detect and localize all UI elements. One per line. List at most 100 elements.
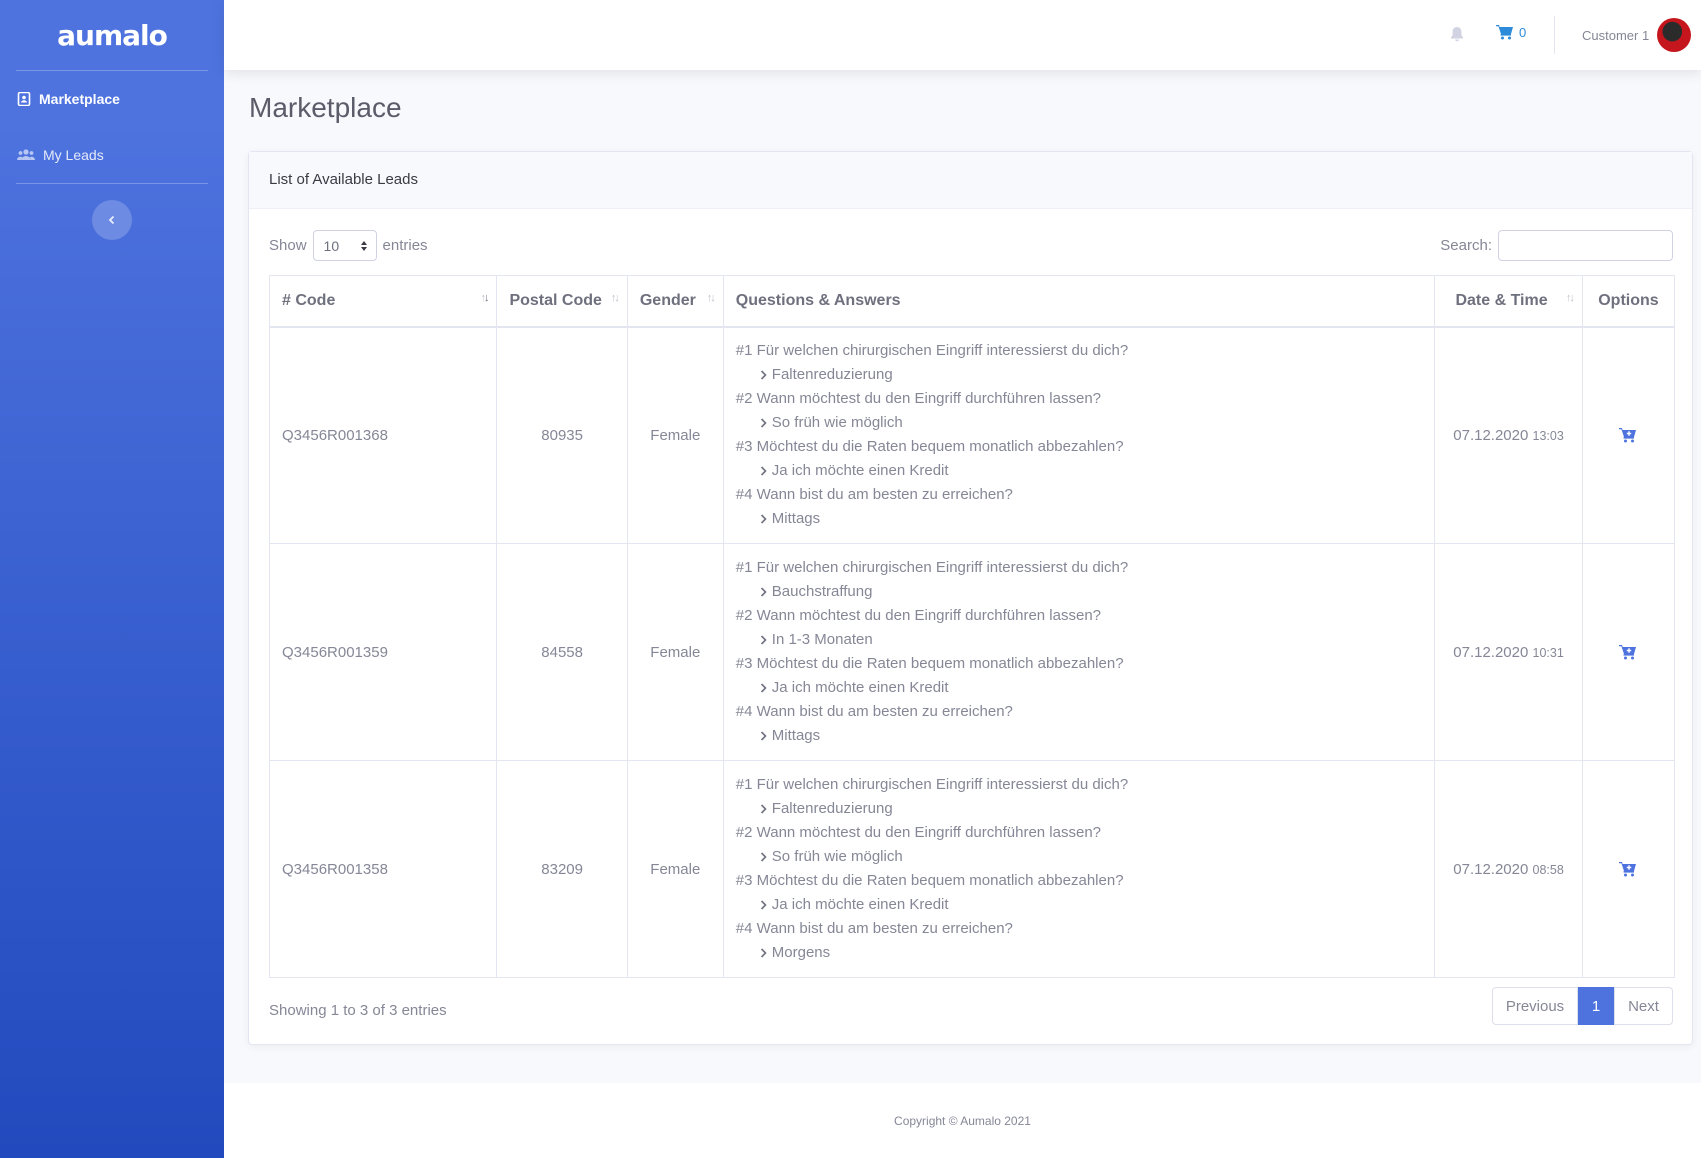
- buy-lead-button[interactable]: [1595, 427, 1662, 443]
- cell-date-time: 07.12.2020 08:58: [1434, 760, 1583, 978]
- sort-icon: ↑↓: [610, 292, 620, 304]
- pagination-next-button[interactable]: Next: [1614, 987, 1673, 1025]
- cart-button[interactable]: 0: [1496, 24, 1526, 40]
- answer-item: Ja ich möchte einen Kredit: [736, 676, 1422, 700]
- table-header-row: # Code ↑↓ Postal Code ↑↓ Gender ↑↓ Question…: [268, 275, 1676, 328]
- column-header-code[interactable]: # Code ↑↓: [268, 275, 498, 328]
- sort-icon: ↑↓: [706, 292, 716, 304]
- cell-date-time: 07.12.2020 13:03: [1434, 326, 1583, 544]
- cell-gender: Female: [626, 326, 724, 544]
- chevron-right-icon: [760, 683, 767, 693]
- question-text: #3 Möchtest du die Raten bequem monatlic…: [735, 438, 1124, 456]
- entries-label: entries: [382, 237, 428, 254]
- add-to-cart-icon: [1619, 862, 1637, 877]
- chevron-right-icon: [760, 635, 767, 645]
- chevron-right-icon: [760, 514, 767, 524]
- answer-item: Faltenreduzierung: [736, 363, 1422, 387]
- answer-text: Ja ich möchte einen Kredit: [771, 462, 949, 480]
- time-text: 08:58: [1532, 862, 1564, 877]
- footer: Copyright © Aumalo 2021: [224, 1083, 1701, 1158]
- question-text: #1 Für welchen chirurgischen Eingriff in…: [735, 559, 1129, 576]
- column-header-gender[interactable]: Gender ↑↓: [626, 275, 724, 328]
- column-header-options: Options: [1581, 275, 1676, 328]
- table-body: Q3456R001368 80935 Female #1 Für welchen ch…: [268, 326, 1676, 978]
- sidebar-item-marketplace[interactable]: Marketplace: [0, 71, 224, 127]
- chevron-right-icon: [760, 466, 767, 476]
- sidebar-toggle-button[interactable]: [92, 200, 132, 240]
- answer-text: Faltenreduzierung: [771, 366, 893, 384]
- entries-select[interactable]: 10: [312, 230, 377, 261]
- brand-logo[interactable]: aumalo: [0, 0, 224, 70]
- bell-icon: [1451, 27, 1463, 42]
- sidebar-item-my-leads[interactable]: My Leads: [0, 127, 224, 183]
- copyright-text: Copyright © Aumalo 2021: [894, 1113, 1031, 1128]
- table-row: Q3456R001359 84558 Female #1 Für welchen ch…: [268, 543, 1676, 761]
- answer-text: Ja ich möchte einen Kredit: [771, 896, 949, 913]
- buy-lead-button[interactable]: [1595, 861, 1662, 877]
- column-header-label: # Code: [282, 291, 336, 309]
- answer-text: Mittags: [771, 727, 821, 744]
- alerts-button[interactable]: [1450, 26, 1464, 47]
- question-text: #4 Wann bist du am besten zu erreichen?: [735, 920, 1013, 937]
- leads-card: List of Available Leads Show 10 entries …: [248, 151, 1693, 1045]
- chevron-right-icon: [760, 370, 767, 380]
- cell-gender: Female: [626, 543, 724, 761]
- user-menu[interactable]: Customer 1: [1582, 18, 1692, 52]
- chevron-right-icon: [760, 804, 767, 814]
- show-label: Show: [269, 237, 307, 254]
- date-text: 07.12.2020: [1453, 860, 1529, 878]
- column-header-label: Options: [1598, 291, 1659, 309]
- shopping-cart-icon: [1496, 25, 1513, 40]
- cell-code: Q3456R001359: [268, 543, 498, 761]
- cell-gender: Female: [626, 760, 724, 978]
- table-info: Showing 1 to 3 of 3 entries: [269, 1002, 447, 1019]
- cart-count: 0: [1519, 24, 1527, 40]
- question-text: #2 Wann möchtest du den Eingriff durchfü…: [735, 390, 1102, 408]
- column-header-postal-code[interactable]: Postal Code ↑↓: [496, 275, 628, 328]
- sidebar: aumalo Marketplace My Leads: [0, 0, 224, 1158]
- buy-lead-button[interactable]: [1595, 644, 1662, 660]
- card-title: List of Available Leads: [249, 152, 1692, 209]
- time-text: 10:31: [1532, 645, 1564, 660]
- users-icon: [17, 149, 35, 160]
- pagination-page-button[interactable]: 1: [1578, 987, 1614, 1025]
- user-name: Customer 1: [1582, 27, 1650, 43]
- pagination-previous-button[interactable]: Previous: [1492, 987, 1578, 1025]
- column-header-date-time[interactable]: Date & Time ↑↓: [1434, 275, 1583, 328]
- answer-text: So früh wie möglich: [771, 414, 903, 432]
- answer-text: Morgens: [771, 944, 831, 961]
- sort-icon: ↑↓: [480, 292, 489, 304]
- sidebar-item-label: My Leads: [43, 147, 104, 163]
- add-to-cart-icon: [1619, 428, 1637, 443]
- time-text: 13:03: [1532, 428, 1564, 443]
- cell-code: Q3456R001358: [268, 760, 498, 978]
- date-text: 07.12.2020: [1453, 643, 1529, 661]
- chevron-left-icon: [108, 215, 115, 225]
- question-text: #3 Möchtest du die Raten bequem monatlic…: [735, 655, 1124, 672]
- entries-select-value: 10: [323, 237, 340, 254]
- column-header-label: Gender: [639, 291, 696, 309]
- cell-postal-code: 84558: [496, 543, 628, 761]
- question-text: #2 Wann möchtest du den Eingriff durchfü…: [735, 824, 1102, 841]
- cell-options: [1581, 326, 1676, 544]
- chevron-right-icon: [760, 900, 767, 910]
- cell-options: [1581, 760, 1676, 978]
- answer-item: So früh wie möglich: [736, 411, 1422, 435]
- cell-date-time: 07.12.2020 10:31: [1434, 543, 1583, 761]
- cell-postal-code: 83209: [496, 760, 628, 978]
- topbar: 0 Customer 1: [224, 0, 1701, 70]
- date-text: 07.12.2020: [1453, 426, 1529, 444]
- answer-item: Ja ich möchte einen Kredit: [736, 893, 1422, 917]
- sidebar-divider: [16, 183, 208, 184]
- answer-item: In 1-3 Monaten: [736, 628, 1422, 652]
- page-title: Marketplace: [249, 92, 402, 123]
- search-input[interactable]: [1498, 230, 1673, 261]
- chevron-right-icon: [760, 418, 767, 428]
- answer-text: Faltenreduzierung: [771, 800, 893, 817]
- cell-options: [1581, 543, 1676, 761]
- column-header-label: Questions & Answers: [735, 291, 901, 309]
- table-row: Q3456R001368 80935 Female #1 Für welchen ch…: [268, 326, 1676, 544]
- answer-item: Morgens: [736, 941, 1422, 965]
- question-text: #3 Möchtest du die Raten bequem monatlic…: [735, 872, 1124, 889]
- address-book-icon: [17, 92, 31, 106]
